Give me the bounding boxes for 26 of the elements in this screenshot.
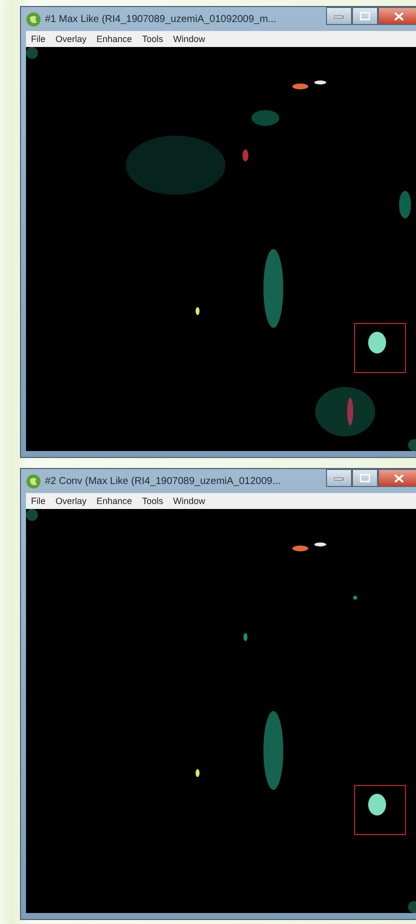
globe-icon [26, 474, 41, 488]
close-button[interactable] [378, 7, 416, 25]
window-title: #1 Max Like (RI4_1907089_uzemiA_01092009_m... [45, 14, 278, 24]
menu-item[interactable]: Tools [142, 34, 164, 44]
menu-item[interactable]: File [31, 34, 46, 44]
close-icon [394, 474, 404, 482]
menu-item[interactable]: Enhance [96, 496, 132, 506]
maximize-button[interactable] [352, 469, 378, 487]
menu-item[interactable]: Window [173, 34, 206, 44]
window-title: #2 Conv (Max Like (RI4_1907089_uzemiA_012009... [45, 476, 282, 486]
maximize-icon [360, 474, 370, 482]
menu-item[interactable]: Overlay [56, 34, 87, 44]
globe-icon [26, 12, 41, 26]
menu-item[interactable]: Window [173, 496, 206, 506]
maximize-button[interactable] [352, 7, 378, 25]
selection-rectangle[interactable] [354, 323, 406, 373]
menu-item[interactable]: Enhance [96, 34, 132, 44]
close-icon [394, 12, 404, 20]
menu-item[interactable]: Overlay [56, 496, 87, 506]
minimize-button[interactable] [326, 469, 352, 487]
menu-item[interactable]: File [31, 496, 46, 506]
selection-rectangle[interactable] [354, 785, 406, 835]
menu-item[interactable]: Tools [142, 496, 164, 506]
close-button[interactable] [378, 469, 416, 487]
minimize-button[interactable] [326, 7, 352, 25]
maximize-icon [360, 12, 370, 20]
